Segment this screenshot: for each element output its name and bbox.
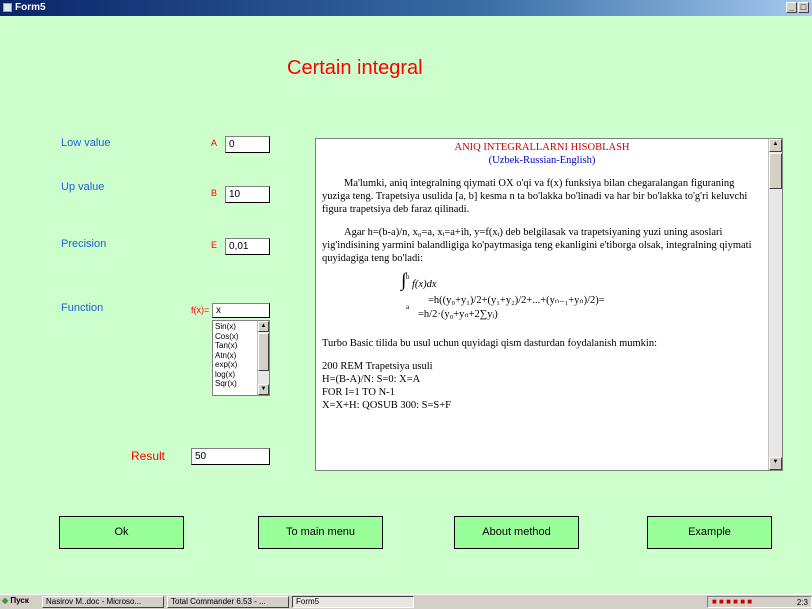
function-input[interactable]: x	[212, 303, 270, 318]
b-letter-label: B	[211, 188, 218, 198]
function-option[interactable]: Tan(x)	[215, 341, 239, 351]
function-option[interactable]: Atn(x)	[215, 351, 239, 361]
up-value-input[interactable]: 10	[225, 186, 270, 203]
a-letter-label: A	[211, 138, 218, 148]
clock: 2:3	[796, 598, 808, 607]
integrand: f(x)dx	[412, 279, 437, 290]
minimize-button[interactable]: _	[786, 2, 797, 13]
method-description-text: ANIQ INTEGRALLARNI HISOBLASH (Uzbek-Russ…	[322, 141, 762, 412]
taskbar-item-form5[interactable]: Form5	[292, 596, 414, 608]
panel-scroll-up-icon[interactable]: ▲	[769, 139, 782, 152]
low-value-input[interactable]: 0	[225, 136, 270, 153]
tray-icons: ■ ■ ■ ■ ■ ■	[712, 597, 753, 606]
panel-scroll-thumb[interactable]	[769, 153, 782, 189]
formula-line-1: =h((y₀+y₁)/2+(y₁+y₂)/2+...+(yₙ₋₁+yₙ)/2)=	[428, 295, 605, 306]
form-client-area: Certain integral Low value A 0 Up value …	[0, 16, 812, 594]
function-list-scrollbar[interactable]: ▲ ▼	[257, 321, 269, 395]
app-icon	[3, 3, 12, 12]
scroll-down-icon[interactable]: ▼	[258, 384, 269, 395]
example-button[interactable]: Example	[647, 516, 772, 549]
scroll-thumb[interactable]	[258, 333, 269, 371]
window-title: Form5	[15, 2, 46, 13]
precision-label: Precision	[61, 238, 107, 250]
title-bar[interactable]: Form5 _ □	[0, 0, 812, 16]
panel-subtitle: (Uzbek-Russian-English)	[488, 155, 596, 166]
scroll-up-icon[interactable]: ▲	[258, 321, 269, 332]
result-output[interactable]: 50	[191, 448, 270, 465]
code-line: H=(B-A)/N: S=0: X=A	[322, 374, 421, 385]
function-options: Sin(x) Cos(x) Tan(x) Atn(x) exp(x) log(x) Sqr(…	[215, 322, 239, 389]
panel-scrollbar[interactable]: ▲ ▼	[768, 139, 782, 470]
function-option[interactable]: log(x)	[215, 370, 239, 380]
maximize-button[interactable]: □	[798, 2, 809, 13]
code-line: X=X+H: QOSUB 300: S=S+F	[322, 400, 452, 411]
trapezoid-formula: b ∫ a f(x)dx =h((y₀+y₁)/2+(y₁+y₂)/2+...+…	[322, 270, 762, 329]
paragraph-1: Ma'lumki, aniq integralning qiymati OX o…	[322, 178, 748, 215]
function-listbox[interactable]: Sin(x) Cos(x) Tan(x) Atn(x) exp(x) log(x) Sqr(…	[212, 320, 270, 396]
taskbar-item-word[interactable]: Nasirov M..doc - Microso...	[42, 596, 164, 608]
function-option[interactable]: exp(x)	[215, 360, 239, 370]
page-heading: Certain integral	[287, 57, 423, 79]
system-tray: ■ ■ ■ ■ ■ ■ 2:3	[707, 596, 812, 608]
paragraph-3: Turbo Basic tilida bu usul uchun quyidag…	[322, 338, 658, 349]
panel-scroll-down-icon[interactable]: ▼	[769, 457, 782, 470]
lower-limit: a	[406, 303, 410, 311]
paragraph-2: Agar h=(b-a)/n, x₀=a, xᵢ=a+ih, y=f(xᵢ) d…	[322, 227, 752, 264]
main-menu-button[interactable]: To main menu	[258, 516, 383, 549]
function-option[interactable]: Sin(x)	[215, 322, 239, 332]
start-button[interactable]: ◆ Пуск	[2, 596, 40, 608]
result-label: Result	[131, 449, 166, 463]
fx-prefix-label: f(x)=	[191, 305, 210, 315]
integral-sign-icon: ∫	[401, 270, 407, 291]
code-line: 200 REM Trapetsiya usuli	[322, 361, 433, 372]
ok-button[interactable]: Ok	[59, 516, 184, 549]
method-description-panel[interactable]: ANIQ INTEGRALLARNI HISOBLASH (Uzbek-Russ…	[315, 138, 783, 471]
code-listing: 200 REM Trapetsiya usuli H=(B-A)/N: S=0: …	[322, 360, 762, 412]
code-line: FOR I=1 TO N-1	[322, 387, 395, 398]
panel-title: ANIQ INTEGRALLARNI HISOBLASH	[454, 142, 630, 153]
upper-limit: b	[406, 273, 410, 281]
start-label: Пуск	[10, 596, 29, 605]
e-letter-label: E	[211, 240, 218, 250]
formula-line-2: =h/2·(y₀+yₙ+2∑yᵢ)	[418, 309, 498, 320]
function-option[interactable]: Cos(x)	[215, 332, 239, 342]
up-value-label: Up value	[61, 181, 105, 193]
precision-input[interactable]: 0,01	[225, 238, 270, 255]
function-option[interactable]: Sqr(x)	[215, 379, 239, 389]
about-method-button[interactable]: About method	[454, 516, 579, 549]
low-value-label: Low value	[61, 137, 111, 149]
taskbar-item-total-commander[interactable]: Total Commander 6.53 - ...	[167, 596, 289, 608]
windows-logo-icon: ◆	[2, 596, 9, 605]
function-label: Function	[61, 302, 104, 314]
taskbar: ◆ Пуск Nasirov M..doc - Microso... Total…	[0, 594, 812, 609]
